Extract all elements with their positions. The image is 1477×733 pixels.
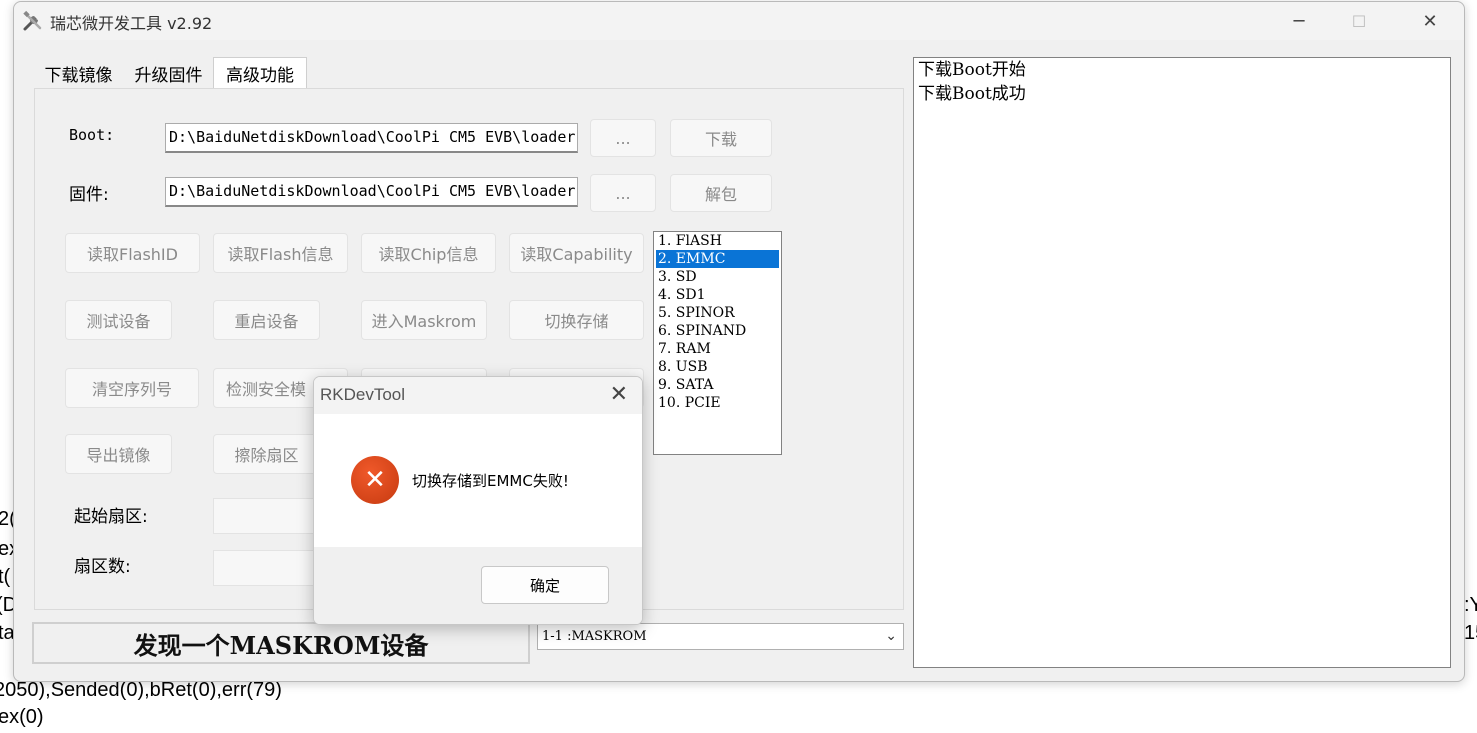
- list-item[interactable]: 7. RAM: [654, 340, 781, 358]
- device-select[interactable]: 1-1 :MASKROM ⌄: [537, 623, 904, 650]
- start-sector-input[interactable]: [213, 498, 323, 534]
- log-panel[interactable]: 下载Boot开始 下载Boot成功: [913, 57, 1451, 668]
- error-icon: ✕: [351, 456, 399, 504]
- dialog-message: 切换存储到EMMC失败!: [412, 472, 569, 490]
- title-bar: 瑞芯微开发工具 v2.92 ─ ☐ ✕: [14, 2, 1464, 40]
- test-device-button[interactable]: 测试设备: [65, 300, 172, 340]
- list-item[interactable]: 9. SATA: [654, 376, 781, 394]
- list-item[interactable]: 1. FlASH: [654, 232, 781, 250]
- download-button[interactable]: 下载: [670, 119, 772, 157]
- list-item[interactable]: 4. SD1: [654, 286, 781, 304]
- dialog-close-icon[interactable]: ✕: [610, 382, 628, 407]
- read-flashid-button[interactable]: 读取FlashID: [65, 233, 200, 273]
- close-button[interactable]: ✕: [1407, 2, 1453, 40]
- unpack-button[interactable]: 解包: [670, 174, 772, 212]
- start-sector-label: 起始扇区:: [74, 507, 148, 527]
- maximize-button[interactable]: ☐: [1336, 2, 1382, 40]
- minimize-button[interactable]: ─: [1276, 2, 1322, 40]
- device-status: 发现一个MASKROM设备: [32, 622, 530, 664]
- list-item[interactable]: 10. PCIE: [654, 394, 781, 412]
- window-title: 瑞芯微开发工具 v2.92: [50, 14, 213, 33]
- sector-count-label: 扇区数:: [74, 557, 131, 577]
- firmware-path-input[interactable]: D:\BaiduNetdiskDownload\CoolPi CM5 EVB\l…: [165, 177, 578, 207]
- tab-advanced[interactable]: 高级功能: [213, 57, 307, 89]
- tab-download-image[interactable]: 下载镜像: [36, 58, 121, 88]
- dialog-title: RKDevTool: [320, 385, 406, 404]
- device-select-value: 1-1 :MASKROM: [542, 629, 647, 644]
- dialog-body: ✕ 切换存储到EMMC失败!: [314, 414, 642, 547]
- switch-storage-button[interactable]: 切换存储: [509, 300, 644, 340]
- ok-button[interactable]: 确定: [481, 566, 609, 604]
- console-text: ex(0): [0, 706, 44, 728]
- tools-icon: [23, 10, 42, 31]
- firmware-browse-button[interactable]: ...: [590, 174, 656, 212]
- dialog-title-bar: RKDevTool ✕: [314, 377, 642, 414]
- enter-maskrom-button[interactable]: 进入Maskrom: [361, 300, 487, 340]
- boot-path-input[interactable]: D:\BaiduNetdiskDownload\CoolPi CM5 EVB\l…: [165, 123, 578, 153]
- dialog-footer: 确定: [314, 547, 642, 624]
- read-capability-button[interactable]: 读取Capability: [509, 233, 644, 273]
- list-item[interactable]: 3. SD: [654, 268, 781, 286]
- read-flash-info-button[interactable]: 读取Flash信息: [213, 233, 348, 273]
- boot-browse-button[interactable]: ...: [590, 119, 656, 157]
- export-image-button[interactable]: 导出镜像: [65, 434, 172, 474]
- read-chip-info-button[interactable]: 读取Chip信息: [361, 233, 496, 273]
- log-line: 下载Boot成功: [918, 84, 1026, 104]
- list-item[interactable]: 5. SPINOR: [654, 304, 781, 322]
- reboot-device-button[interactable]: 重启设备: [213, 300, 320, 340]
- main-window: 瑞芯微开发工具 v2.92 ─ ☐ ✕ 下载镜像 升级固件 高级功能 Boot:…: [13, 1, 1465, 682]
- storage-list[interactable]: 1. FlASH 2. EMMC 3. SD 4. SD1 5. SPINOR …: [653, 231, 782, 455]
- log-line: 下载Boot开始: [918, 60, 1026, 80]
- sector-count-input[interactable]: [213, 550, 323, 586]
- console-text: t(: [0, 566, 11, 588]
- list-item[interactable]: 6. SPINAND: [654, 322, 781, 340]
- console-text: :Y: [1464, 594, 1477, 616]
- clear-serial-button[interactable]: 清空序列号: [65, 368, 199, 408]
- list-item-selected[interactable]: 2. EMMC: [656, 250, 779, 268]
- erase-sector-button[interactable]: 擦除扇区: [213, 434, 320, 474]
- error-dialog: RKDevTool ✕ ✕ 切换存储到EMMC失败! 确定: [313, 376, 643, 625]
- console-text: 2050),Sended(0),bRet(0),err(79): [0, 679, 282, 701]
- list-item[interactable]: 8. USB: [654, 358, 781, 376]
- boot-label: Boot:: [69, 126, 115, 144]
- tab-upgrade-firmware[interactable]: 升级固件: [126, 58, 211, 88]
- firmware-label: 固件:: [69, 185, 109, 205]
- console-text: 15: [1464, 622, 1477, 644]
- chevron-down-icon: ⌄: [885, 628, 897, 644]
